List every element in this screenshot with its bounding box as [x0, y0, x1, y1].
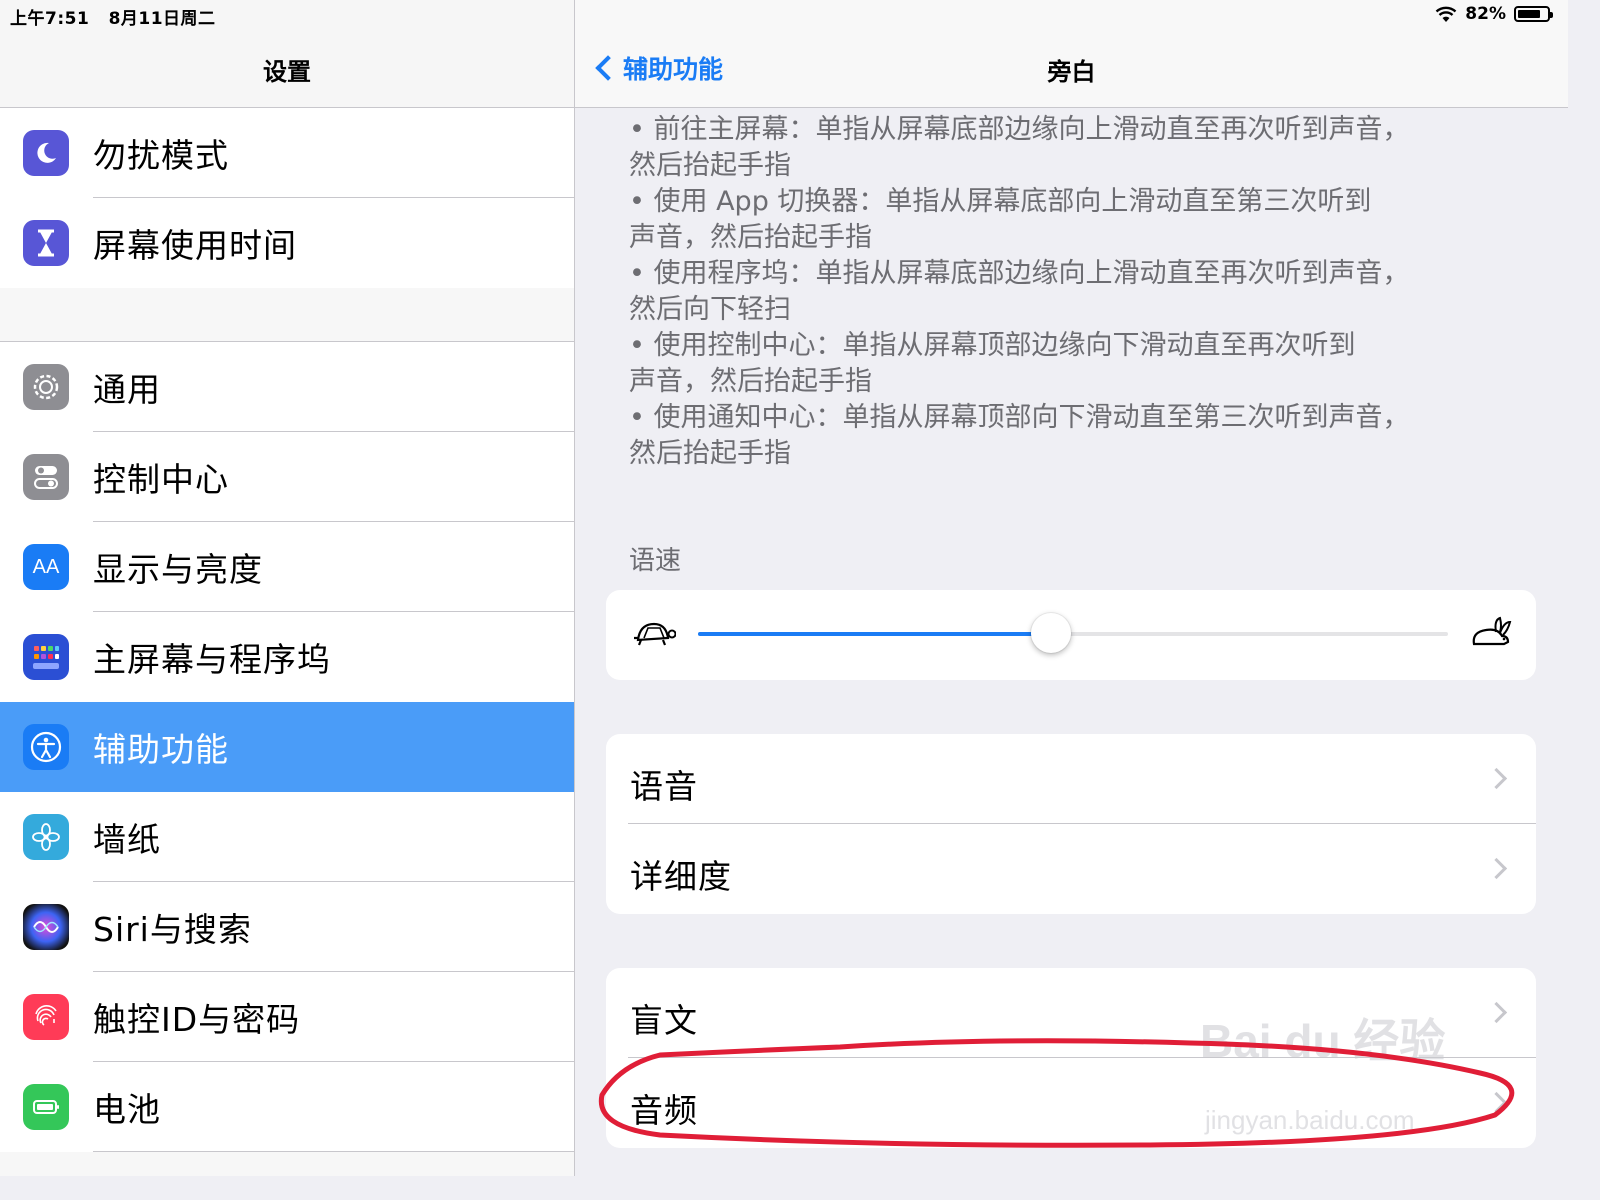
list-item-label: 盲文 [630, 1001, 698, 1040]
chevron-right-icon [1485, 767, 1508, 790]
instruction-line: 声音，然后抬起手指 [629, 366, 872, 397]
instruction-line: 声音，然后抬起手指 [629, 222, 872, 253]
flower-icon [23, 814, 69, 860]
grid-icon [23, 634, 69, 680]
detail-title: 旁白 [1047, 58, 1096, 86]
list-item-label: 音频 [630, 1091, 698, 1130]
sidebar-item-label: 主屏幕与程序坞 [93, 640, 331, 679]
instruction-line: • 使用通知中心：单指从屏幕顶部向下滑动直至第三次听到声音， [629, 402, 1410, 433]
sidebar-item-label: 墙纸 [93, 820, 161, 859]
turtle-icon [634, 622, 676, 646]
list-item-verbosity[interactable]: 详细度 [606, 824, 1536, 914]
instruction-line: • 前往主屏幕：单指从屏幕底部边缘向上滑动直至再次听到声音， [629, 114, 1410, 145]
sidebar-item-do-not-disturb[interactable]: 勿扰模式 [0, 108, 574, 198]
slider-thumb[interactable] [1030, 613, 1071, 653]
sidebar-item-screen-time[interactable]: 屏幕使用时间 [0, 198, 574, 288]
voice-settings-card: 语音 详细度 [606, 734, 1536, 914]
status-right: 82% [1435, 4, 1553, 24]
page-title: 设置 [263, 58, 311, 86]
sidebar-item-label: 触控ID与密码 [93, 1000, 301, 1039]
sidebar-item-label: 电池 [93, 1090, 161, 1129]
sidebar-item-label: 屏幕使用时间 [93, 226, 297, 265]
status-clock: 上午7:51 8月11日周二 [10, 9, 216, 29]
speaking-rate-card [606, 590, 1536, 680]
slider-fill [698, 632, 1051, 636]
sidebar-item-label: 显示与亮度 [93, 550, 263, 589]
battery-icon [23, 1084, 69, 1130]
sidebar-item-label: 控制中心 [93, 460, 229, 499]
braille-audio-card: 盲文 音频 [606, 968, 1536, 1148]
sidebar-item-general[interactable]: 通用 [0, 342, 574, 432]
siri-icon [23, 904, 69, 950]
fingerprint-icon [23, 994, 69, 1040]
instruction-line: • 使用 App 切换器：单指从屏幕底部向上滑动直至第三次听到 [629, 186, 1372, 217]
battery-percent: 82% [1465, 4, 1506, 24]
sidebar-item-label: 通用 [93, 370, 161, 409]
list-item-label: 语音 [630, 767, 698, 806]
instruction-line: 然后向下轻扫 [629, 294, 791, 325]
rabbit-icon [1472, 616, 1512, 646]
speaking-rate-header: 语速 [629, 546, 682, 576]
battery-icon [1514, 6, 1553, 22]
sidebar-item-wallpaper[interactable]: 墙纸 [0, 792, 574, 882]
aa-icon: AA [23, 544, 69, 590]
moon-icon [23, 130, 69, 176]
settings-group-2: 通用 控制中心 AA 显示与亮度 主屏幕与程序坞 辅助功能 墙纸 Siri与搜索… [0, 341, 574, 1152]
sidebar-item-label: Siri与搜索 [93, 910, 252, 949]
sidebar-item-display-brightness[interactable]: AA 显示与亮度 [0, 522, 574, 612]
list-item-audio[interactable]: 音频 [606, 1058, 1536, 1148]
list-item-braille[interactable]: 盲文 [606, 968, 1536, 1058]
voiceover-detail-pane: 辅助功能 旁白 • 前往主屏幕：单指从屏幕底部边缘向上滑动直至再次听到声音， 然… [575, 0, 1568, 1176]
list-item-label: 详细度 [630, 857, 732, 896]
gear-icon [23, 364, 69, 410]
speaking-rate-slider[interactable] [698, 613, 1448, 653]
sidebar-item-touch-id-passcode[interactable]: 触控ID与密码 [0, 972, 574, 1062]
chevron-right-icon [1485, 857, 1508, 880]
settings-group-1: 勿扰模式 屏幕使用时间 [0, 108, 574, 288]
instruction-line: 然后抬起手指 [629, 438, 791, 469]
settings-master-pane: 设置 勿扰模式 屏幕使用时间 通用 控制中心 AA 显示与亮度 主屏幕与程序坞 … [0, 0, 574, 1176]
sidebar-item-home-screen-dock[interactable]: 主屏幕与程序坞 [0, 612, 574, 702]
instruction-line: 然后抬起手指 [629, 150, 791, 181]
instruction-line: • 使用程序坞：单指从屏幕底部边缘向上滑动直至再次听到声音， [629, 258, 1410, 289]
sidebar-item-label: 勿扰模式 [93, 136, 229, 175]
accessibility-icon [23, 724, 69, 770]
gesture-instructions: • 前往主屏幕：单指从屏幕底部边缘向上滑动直至再次听到声音， 然后抬起手指 • … [629, 112, 1509, 472]
sidebar-item-accessibility[interactable]: 辅助功能 [0, 702, 574, 792]
sidebar-item-siri-search[interactable]: Siri与搜索 [0, 882, 574, 972]
toggles-icon [23, 454, 69, 500]
hourglass-icon [23, 220, 69, 266]
instruction-line: • 使用控制中心：单指从屏幕顶部边缘向下滑动直至再次听到 [629, 330, 1356, 361]
chevron-right-icon [1485, 1001, 1508, 1024]
status-bar: 上午7:51 8月11日周二 82% [0, 0, 1568, 30]
wifi-icon [1435, 6, 1457, 22]
sidebar-item-label: 辅助功能 [93, 730, 229, 769]
chevron-right-icon [1485, 1091, 1508, 1114]
sidebar-item-battery[interactable]: 电池 [0, 1062, 574, 1152]
list-item-speech[interactable]: 语音 [606, 734, 1536, 824]
sidebar-item-control-center[interactable]: 控制中心 [0, 432, 574, 522]
